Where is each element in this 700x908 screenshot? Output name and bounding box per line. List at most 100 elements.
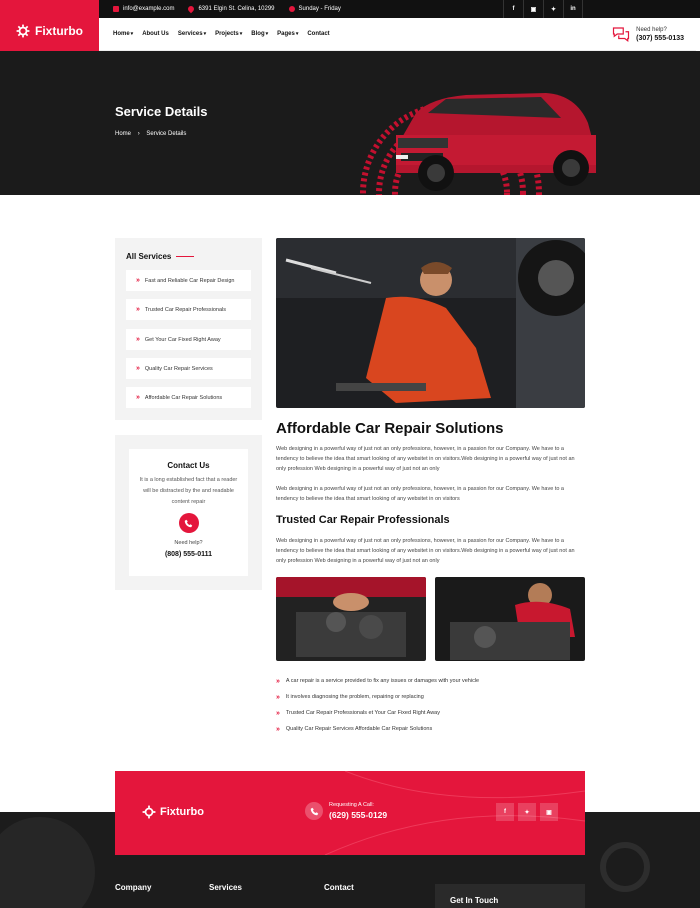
list-item: » Trusted Car Repair Professionals et Yo… xyxy=(276,705,479,721)
instagram-icon[interactable]: ▣ xyxy=(523,0,543,18)
breadcrumb: Home › Service Details xyxy=(115,131,186,137)
nav-services[interactable]: Services xyxy=(178,31,206,37)
nav-projects[interactable]: Projects xyxy=(215,31,242,37)
help-phone[interactable]: (307) 555-0133 xyxy=(636,35,684,42)
topbar-address: 6391 Elgin St. Celina, 10299 xyxy=(187,4,275,14)
sidebar-title-text: All Services xyxy=(126,252,172,261)
top-bar: info@example.com 6391 Elgin St. Celina, … xyxy=(99,0,700,18)
twitter-icon[interactable]: ✦ xyxy=(543,0,563,18)
sidebar-item-service-4[interactable]: » Quality Car Repair Services xyxy=(126,358,251,379)
service-label: Quality Car Repair Services xyxy=(144,365,213,372)
double-chevron-icon: » xyxy=(136,336,140,343)
page-hero: Service Details Home › Service Details xyxy=(0,51,700,195)
contact-phone[interactable]: (808) 555-0111 xyxy=(129,551,248,558)
contact-card-title: Contact Us xyxy=(167,461,210,470)
nav-about[interactable]: About Us xyxy=(142,31,169,37)
service-label: Fast and Reliable Car Repair Design xyxy=(144,277,235,284)
mechanic-main-image xyxy=(276,238,585,408)
page-title: Service Details xyxy=(115,104,208,119)
location-pin-icon xyxy=(187,4,196,14)
phone-icon[interactable] xyxy=(178,513,199,533)
services-sidebar: All Services » Fast and Reliable Car Rep… xyxy=(115,238,262,420)
double-chevron-icon: » xyxy=(136,365,140,372)
sidebar-item-service-2[interactable]: » Trusted Car Repair Professionals xyxy=(126,299,251,320)
double-chevron-icon: » xyxy=(276,725,280,733)
mail-icon xyxy=(113,6,119,12)
service-label: Affordable Car Repair Solutions xyxy=(144,394,223,401)
main-nav: Home About Us Services Projects Blog Pag… xyxy=(113,31,330,37)
nav-home[interactable]: Home xyxy=(113,31,133,37)
sidebar-item-service-1[interactable]: » Fast and Reliable Car Repair Design xyxy=(126,270,251,291)
facebook-icon[interactable]: f xyxy=(496,803,514,821)
list-item: » A car repair is a service provided to … xyxy=(276,673,479,689)
gear-logo-icon xyxy=(16,24,30,38)
linkedin-icon[interactable]: in xyxy=(563,0,583,18)
call-to-action-banner: Fixturbo Requesting A Call: (629) 555-01… xyxy=(115,771,585,855)
contact-card: Contact Us It is a long established fact… xyxy=(115,435,262,590)
list-item-text: It involves diagnosing the problem, repa… xyxy=(285,694,424,700)
topbar-hours: Sunday - Friday xyxy=(288,6,341,12)
main-paragraph-1: Web designing in a powerful way of just … xyxy=(276,446,575,473)
logo-text: Fixturbo xyxy=(35,24,83,38)
engine-repair-image-2 xyxy=(435,577,585,661)
twitter-icon[interactable]: ✦ xyxy=(518,803,536,821)
double-chevron-icon: » xyxy=(136,306,140,313)
breadcrumb-current: Service Details xyxy=(146,131,187,137)
topbar-email[interactable]: info@example.com xyxy=(113,6,174,12)
instagram-icon[interactable]: ▣ xyxy=(540,803,558,821)
double-chevron-icon: » xyxy=(136,277,140,284)
topbar-social-links: f ▣ ✦ in xyxy=(503,0,583,18)
chat-bubble-icon xyxy=(613,27,630,42)
nav-contact[interactable]: Contact xyxy=(307,31,329,37)
main-paragraph-3: Web designing in a powerful way of just … xyxy=(276,538,575,565)
engine-repair-image-1 xyxy=(276,577,426,661)
nav-pages[interactable]: Pages xyxy=(277,31,298,37)
email-text: info@example.com xyxy=(123,6,175,12)
cta-request-label: Requesting A Call: xyxy=(329,802,374,808)
breadcrumb-home[interactable]: Home xyxy=(115,131,131,137)
contact-need-help: Need help? xyxy=(174,540,203,546)
double-chevron-icon: » xyxy=(136,394,140,401)
nav-blog[interactable]: Blog xyxy=(251,31,268,37)
sub-heading: Trusted Car Repair Professionals xyxy=(276,514,450,526)
phone-icon xyxy=(305,802,323,820)
hours-text: Sunday - Friday xyxy=(298,6,341,12)
clock-icon xyxy=(288,6,295,12)
breadcrumb-chevron-icon: › xyxy=(137,131,140,137)
get-in-touch-title: Get In Touch xyxy=(450,896,499,905)
hero-car-image xyxy=(360,93,596,195)
list-item: » Quality Car Repair Services Affordable… xyxy=(276,721,479,737)
service-label: Trusted Car Repair Professionals xyxy=(144,306,227,313)
cta-phone-number[interactable]: (629) 555-0129 xyxy=(329,810,387,820)
list-item: » It involves diagnosing the problem, re… xyxy=(276,689,479,705)
cta-social-links: f ✦ ▣ xyxy=(496,803,558,821)
footer-heading-company: Company xyxy=(115,883,152,892)
feature-list: » A car repair is a service provided to … xyxy=(276,673,479,737)
cta-phone[interactable]: Requesting A Call: (629) 555-0129 xyxy=(305,802,387,820)
list-item-text: A car repair is a service provided to fi… xyxy=(285,678,480,684)
get-in-touch-box: Get In Touch xyxy=(435,884,585,908)
footer-heading-services: Services xyxy=(209,883,242,892)
sidebar-item-service-3[interactable]: » Get Your Car Fixed Right Away xyxy=(126,329,251,350)
cta-logo[interactable]: Fixturbo xyxy=(142,805,204,819)
double-chevron-icon: » xyxy=(276,677,280,685)
main-heading: Affordable Car Repair Solutions xyxy=(276,420,504,437)
contact-card-text: It is a long established fact that a rea… xyxy=(139,477,238,505)
footer-heading-contact: Contact xyxy=(324,883,354,892)
service-label: Get Your Car Fixed Right Away xyxy=(144,336,221,343)
header-help[interactable]: Need help? (307) 555-0133 xyxy=(612,25,684,43)
list-item-text: Trusted Car Repair Professionals et Your… xyxy=(285,710,440,716)
gear-logo-icon xyxy=(142,805,156,819)
sidebar-title: All Services xyxy=(126,252,195,261)
contact-card-inner: Contact Us It is a long established fact… xyxy=(129,449,248,576)
main-paragraph-2: Web designing in a powerful way of just … xyxy=(276,486,564,503)
title-underline xyxy=(176,256,195,257)
main-navbar: Home About Us Services Projects Blog Pag… xyxy=(99,18,696,51)
facebook-icon[interactable]: f xyxy=(503,0,523,18)
cta-logo-text: Fixturbo xyxy=(160,806,204,818)
list-item-text: Quality Car Repair Services Affordable C… xyxy=(285,726,433,732)
address-text: 6391 Elgin St. Celina, 10299 xyxy=(198,6,275,12)
sidebar-item-service-5[interactable]: » Affordable Car Repair Solutions xyxy=(126,387,251,408)
double-chevron-icon: » xyxy=(276,709,280,717)
double-chevron-icon: » xyxy=(276,693,280,701)
